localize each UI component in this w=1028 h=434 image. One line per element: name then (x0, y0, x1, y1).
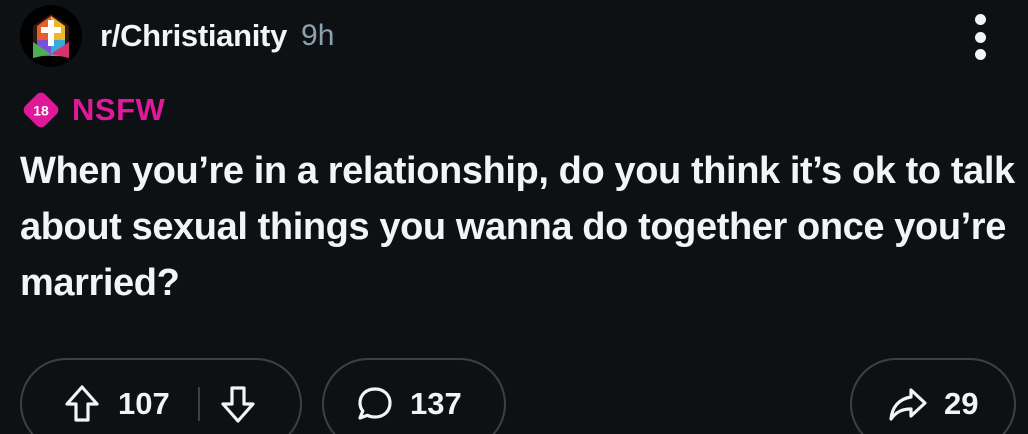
downvote-arrow-icon (221, 386, 255, 423)
share-arrow-icon (889, 388, 927, 421)
post-title[interactable]: When you’re in a relationship, do you th… (20, 143, 1020, 311)
share-count: 29 (944, 386, 979, 421)
more-icon-dot (974, 49, 986, 60)
comments-button[interactable]: 137 (322, 358, 506, 434)
nsfw-tag: 18 NSFW (20, 90, 165, 130)
downvote-button[interactable] (210, 384, 266, 424)
comment-bubble-icon (358, 387, 392, 420)
upvote-count: 107 (118, 386, 170, 421)
nsfw-badge-icon: 18 (23, 92, 59, 128)
post-header: r/Christianity 9h (20, 4, 1010, 68)
post-timestamp: 9h (301, 19, 335, 52)
upvote-arrow-icon (65, 385, 99, 422)
subreddit-name[interactable]: r/Christianity (100, 18, 287, 54)
subreddit-avatar[interactable] (20, 5, 82, 67)
overflow-menu-button[interactable] (962, 12, 998, 62)
comment-count: 137 (410, 386, 462, 421)
nsfw-badge-text: 18 (33, 103, 49, 119)
more-icon-dot (974, 31, 986, 43)
share-button[interactable]: 29 (850, 358, 1016, 434)
share-icon-wrap (884, 384, 932, 424)
vote-divider (198, 387, 200, 421)
upvote-button[interactable] (54, 384, 110, 424)
nsfw-label: NSFW (72, 92, 166, 127)
post-card: r/Christianity 9h 18 NSFW When you’re in… (0, 0, 1028, 434)
stained-glass-cross-icon (33, 14, 69, 58)
vote-bar: 107 (20, 358, 302, 434)
more-icon (974, 14, 986, 25)
comment-icon-wrap (350, 384, 400, 424)
